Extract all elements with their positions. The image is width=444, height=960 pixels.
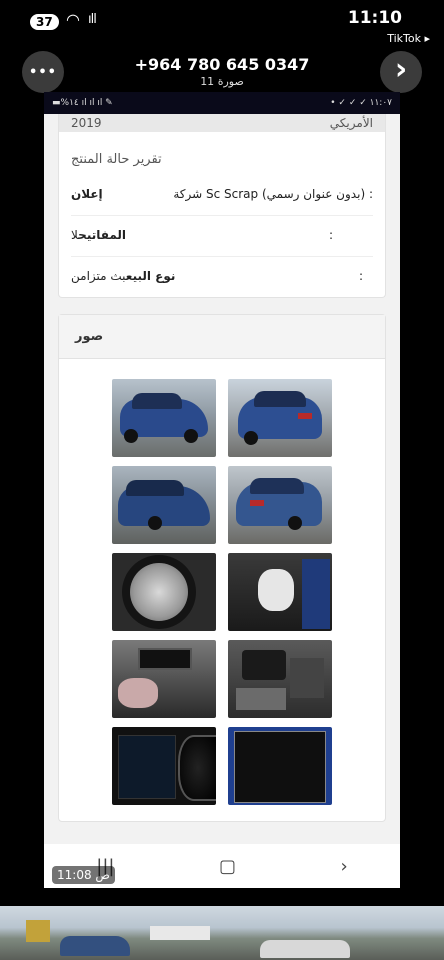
- report-row: إعلان شركة Sc Scrap (بدون عنوان رسمي) :: [71, 175, 373, 216]
- inner-screenshot: ▬%١٤ ıl ıl ıl ✎ • ✓ ✓ ✓ ١١:٠٧ 2019 الأمر…: [44, 92, 400, 888]
- photo-grid: [59, 359, 385, 821]
- report-row: المفاتيحلا :: [71, 216, 373, 257]
- report-row: نوع البيعبث متزامن :: [71, 257, 373, 297]
- inner-status-right: • ✓ ✓ ✓ ١١:٠٧: [330, 98, 392, 108]
- cluster-photo[interactable]: [112, 727, 216, 805]
- row-key: المفاتيح: [78, 228, 127, 242]
- row-colon: :: [358, 269, 363, 283]
- row-key: إعلان: [71, 187, 103, 201]
- year-value: 2019: [71, 116, 102, 130]
- car-photo[interactable]: [112, 466, 216, 544]
- vehicle-shape: [150, 926, 210, 940]
- car-photo[interactable]: [112, 379, 216, 457]
- home-icon[interactable]: ▢: [219, 856, 236, 877]
- next-photo-preview[interactable]: [0, 906, 444, 960]
- product-report-card: 2019 الأمريكي تقرير حالة المنتج إعلان شر…: [58, 114, 386, 298]
- row-colon: :: [368, 187, 373, 201]
- inner-status-left: ▬%١٤ ıl ıl ıl ✎: [52, 98, 113, 108]
- car-photo[interactable]: [228, 466, 332, 544]
- back-icon[interactable]: ›: [341, 856, 348, 877]
- vehicle-shape: [60, 936, 130, 956]
- clock: 11:10: [347, 8, 402, 28]
- message-timestamp: 11:08 ص: [52, 866, 115, 884]
- report-title: تقرير حالة المنتج: [71, 152, 162, 167]
- vin-label-photo[interactable]: [228, 727, 332, 805]
- row-colon: :: [328, 228, 333, 242]
- signal-icon: ıll: [88, 12, 97, 27]
- row-value: شركة Sc Scrap (بدون عنوان رسمي): [173, 187, 366, 201]
- back-to-app-link[interactable]: TikTok ▸: [387, 32, 430, 45]
- previous-row: 2019 الأمريكي: [59, 114, 385, 132]
- row-key: نوع البيع: [125, 269, 176, 283]
- chevron-right-icon: ›: [394, 52, 408, 87]
- notification-badge: 37: [30, 14, 59, 30]
- photos-card: صور: [58, 314, 386, 822]
- contact-name: +964 780 645 0347: [134, 55, 310, 74]
- dashboard-photo[interactable]: [112, 640, 216, 718]
- interior-photo[interactable]: [228, 553, 332, 631]
- photo-count: 11 صورة: [200, 75, 244, 88]
- inner-status-bar: ▬%١٤ ıl ıl ıl ✎ • ✓ ✓ ✓ ١١:٠٧: [44, 92, 400, 114]
- origin-value: الأمريكي: [329, 116, 373, 130]
- vehicle-shape: [260, 940, 350, 958]
- vehicle-shape: [26, 920, 50, 942]
- ios-status-bar: 37 ◠ ıll 11:10 TikTok ▸: [0, 0, 444, 45]
- photos-heading: صور: [59, 315, 385, 359]
- row-value: بث متزامن: [71, 269, 126, 283]
- car-photo[interactable]: [228, 379, 332, 457]
- wifi-icon: ◠: [66, 10, 80, 29]
- wheel-photo[interactable]: [112, 553, 216, 631]
- next-button[interactable]: ›: [380, 51, 422, 93]
- engine-photo[interactable]: [228, 640, 332, 718]
